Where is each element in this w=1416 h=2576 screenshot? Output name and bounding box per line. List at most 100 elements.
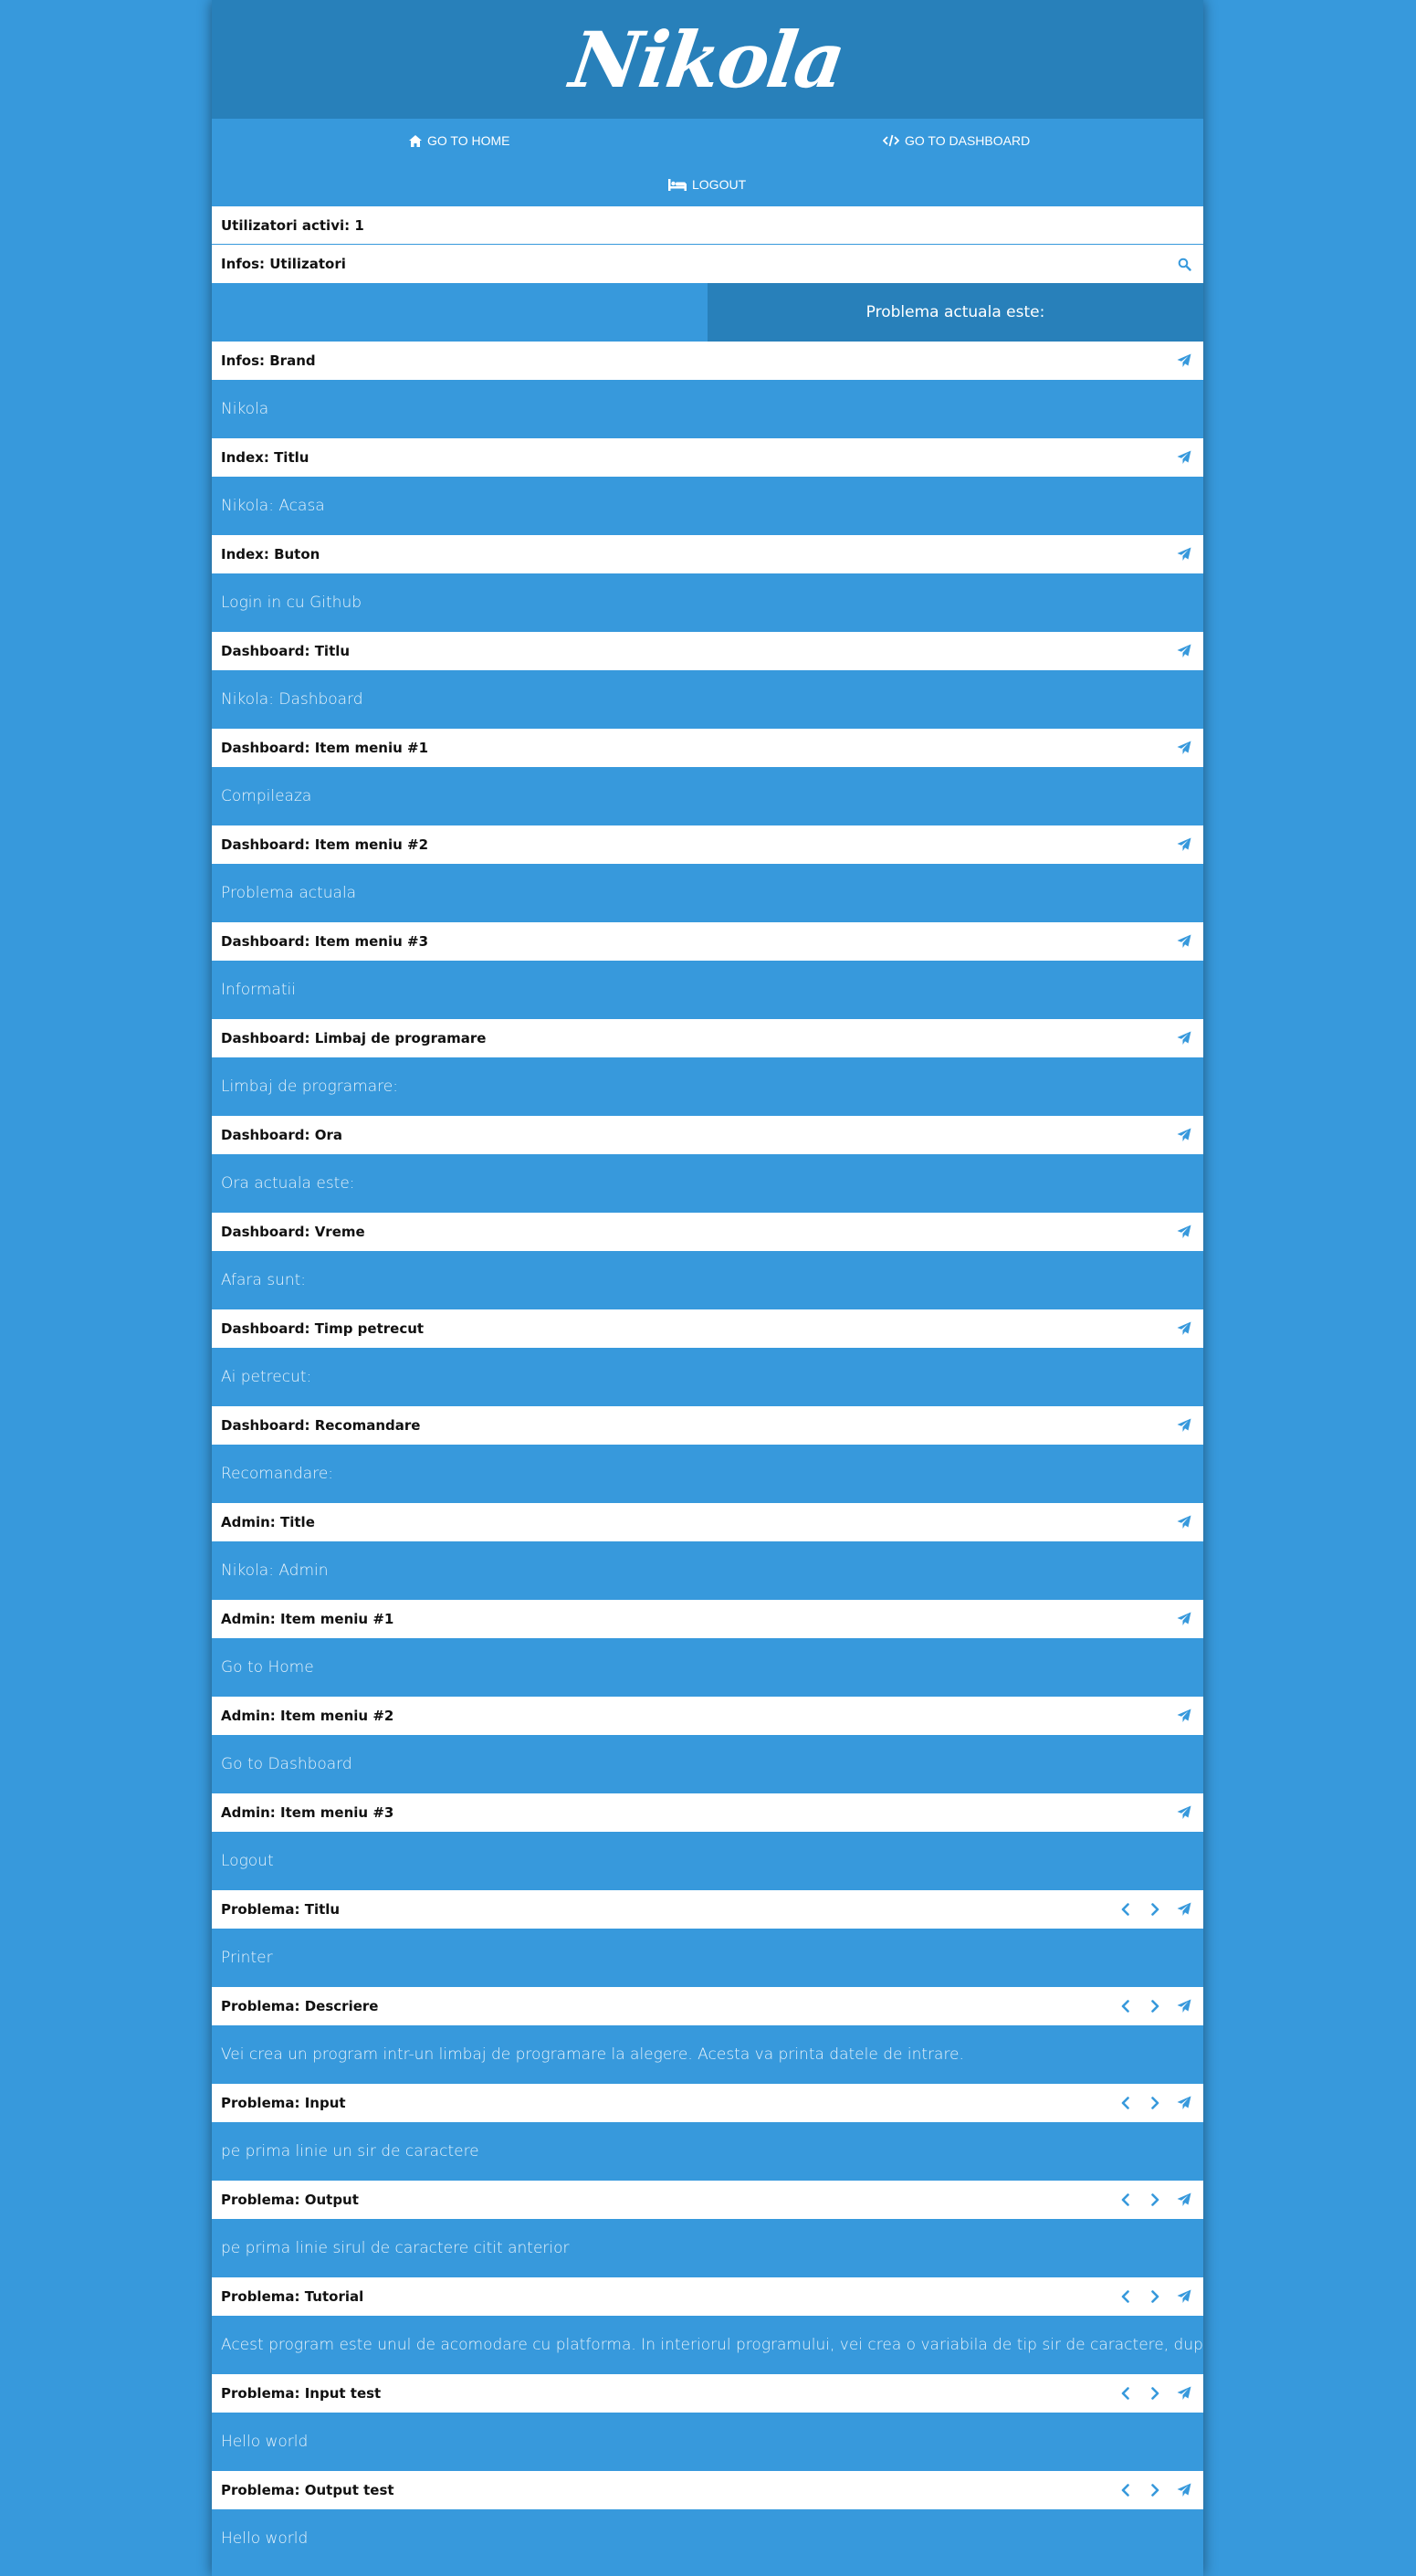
field-label: Dashboard: Limbaj de programare	[221, 1030, 487, 1046]
paper-plane-icon[interactable]	[1176, 1611, 1192, 1627]
field-value[interactable]: Printer	[212, 1929, 1203, 1987]
chevron-left-icon[interactable]	[1117, 1901, 1134, 1918]
field-header-row: Problema: Tutorial	[212, 2277, 1203, 2316]
field-actions	[1176, 1224, 1192, 1240]
field-actions	[1176, 933, 1192, 950]
field-header-row: Dashboard: Recomandare	[212, 1406, 1203, 1445]
paper-plane-icon[interactable]	[1176, 933, 1192, 950]
paper-plane-icon[interactable]	[1176, 1127, 1192, 1143]
field-value[interactable]: Login in cu Github	[212, 573, 1203, 632]
field-label: Index: Buton	[221, 546, 320, 563]
paper-plane-icon[interactable]	[1176, 1998, 1192, 2014]
search-icon[interactable]	[1176, 256, 1192, 272]
field-actions	[1117, 2192, 1192, 2208]
field-value[interactable]: Nikola	[212, 380, 1203, 438]
paper-plane-icon[interactable]	[1176, 1901, 1192, 1918]
paper-plane-icon[interactable]	[1176, 1320, 1192, 1337]
paper-plane-icon[interactable]	[1176, 2482, 1192, 2498]
field-value[interactable]: Informatii	[212, 961, 1203, 1019]
paper-plane-icon[interactable]	[1176, 836, 1192, 853]
field-value[interactable]: Nikola: Dashboard	[212, 670, 1203, 729]
field-header-row: Admin: Item meniu #1	[212, 1600, 1203, 1638]
field-value[interactable]: Go to Dashboard	[212, 1735, 1203, 1793]
nav-logout-label: LOGOUT	[692, 177, 747, 192]
field-value[interactable]: Acest program este unul de acomodare cu …	[212, 2316, 1203, 2374]
field-actions	[1117, 2095, 1192, 2111]
field-value[interactable]: Problema actuala	[212, 864, 1203, 922]
paper-plane-icon[interactable]	[1176, 2288, 1192, 2305]
field-label: Admin: Item meniu #1	[221, 1611, 394, 1627]
field-value[interactable]: Hello world	[212, 2413, 1203, 2471]
paper-plane-icon[interactable]	[1176, 1708, 1192, 1724]
chevron-right-icon[interactable]	[1147, 1901, 1163, 1918]
active-users-label: Utilizatori activi: 1	[221, 216, 364, 234]
field-actions	[1176, 1030, 1192, 1046]
chevron-right-icon[interactable]	[1147, 1998, 1163, 2014]
users-section-label: Infos: Utilizatori	[221, 256, 346, 272]
paper-plane-icon[interactable]	[1176, 2192, 1192, 2208]
field-actions	[1117, 1998, 1192, 2014]
chevron-left-icon[interactable]	[1117, 2192, 1134, 2208]
field-header-row: Dashboard: Item meniu #1	[212, 729, 1203, 767]
field-label: Index: Titlu	[221, 449, 309, 466]
paper-plane-icon[interactable]	[1176, 2385, 1192, 2402]
paper-plane-icon[interactable]	[1176, 1417, 1192, 1434]
field-value[interactable]: Hello world	[212, 2509, 1203, 2568]
field-value[interactable]: pe prima linie sirul de caractere citit …	[212, 2219, 1203, 2277]
chevron-right-icon[interactable]	[1147, 2482, 1163, 2498]
field-header-row: Index: Buton	[212, 535, 1203, 573]
paper-plane-icon[interactable]	[1176, 546, 1192, 563]
active-users-row: Utilizatori activi: 1	[212, 206, 1203, 245]
chevron-right-icon[interactable]	[1147, 2192, 1163, 2208]
field-value[interactable]: Ora actuala este:	[212, 1154, 1203, 1213]
paper-plane-icon[interactable]	[1176, 2095, 1192, 2111]
paper-plane-icon[interactable]	[1176, 643, 1192, 659]
code-icon	[883, 134, 899, 147]
field-header-row: Admin: Item meniu #3	[212, 1793, 1203, 1832]
chevron-right-icon[interactable]	[1147, 2288, 1163, 2305]
field-label: Dashboard: Item meniu #3	[221, 933, 429, 950]
field-label: Problema: Tutorial	[221, 2288, 364, 2305]
users-section-row: Infos: Utilizatori	[212, 245, 1203, 283]
chevron-left-icon[interactable]	[1117, 2095, 1134, 2111]
chevron-right-icon[interactable]	[1147, 2385, 1163, 2402]
field-header-row: Admin: Item meniu #2	[212, 1697, 1203, 1735]
field-value[interactable]: pe prima linie un sir de caractere	[212, 2122, 1203, 2181]
paper-plane-icon[interactable]	[1176, 1804, 1192, 1821]
field-value[interactable]: Nikola: Admin	[212, 1541, 1203, 1600]
paper-plane-icon[interactable]	[1176, 352, 1192, 369]
nav-dashboard-link[interactable]: GO TO DASHBOARD	[883, 130, 1030, 152]
field-actions	[1176, 1417, 1192, 1434]
field-value[interactable]: Vei crea un program intr-un limbaj de pr…	[212, 2025, 1203, 2084]
chevron-left-icon[interactable]	[1117, 2385, 1134, 2402]
paper-plane-icon[interactable]	[1176, 740, 1192, 756]
brand-logo[interactable]: Nikola	[565, 15, 849, 105]
field-label: Dashboard: Titlu	[221, 643, 351, 659]
field-value[interactable]: Limbaj de programare:	[212, 1057, 1203, 1116]
site-header: Nikola	[212, 0, 1203, 119]
field-actions	[1176, 740, 1192, 756]
nav-logout-link[interactable]: LOGOUT	[668, 173, 746, 195]
field-label: Admin: Title	[221, 1514, 315, 1530]
chevron-left-icon[interactable]	[1117, 1998, 1134, 2014]
field-label: Problema: Descriere	[221, 1998, 379, 2014]
paper-plane-icon[interactable]	[1176, 1030, 1192, 1046]
field-actions	[1176, 1320, 1192, 1337]
field-value[interactable]: Recomandare:	[212, 1445, 1203, 1503]
field-value[interactable]: Ai petrecut:	[212, 1348, 1203, 1406]
field-value[interactable]: Go to Home	[212, 1638, 1203, 1697]
chevron-left-icon[interactable]	[1117, 2288, 1134, 2305]
chevron-right-icon[interactable]	[1147, 2095, 1163, 2111]
field-value[interactable]: Compileaza	[212, 767, 1203, 825]
nav-home-link[interactable]: GO TO HOME	[409, 130, 510, 152]
paper-plane-icon[interactable]	[1176, 1514, 1192, 1530]
field-label: Dashboard: Item meniu #1	[221, 740, 429, 756]
field-label: Admin: Item meniu #3	[221, 1804, 394, 1821]
main-nav: GO TO HOME GO TO DASHBOARD LOGOUT	[212, 119, 1203, 206]
field-value[interactable]: Nikola: Acasa	[212, 477, 1203, 535]
chevron-left-icon[interactable]	[1117, 2482, 1134, 2498]
field-value[interactable]: Logout	[212, 1832, 1203, 1890]
field-value[interactable]: Afara sunt:	[212, 1251, 1203, 1309]
paper-plane-icon[interactable]	[1176, 449, 1192, 466]
paper-plane-icon[interactable]	[1176, 1224, 1192, 1240]
